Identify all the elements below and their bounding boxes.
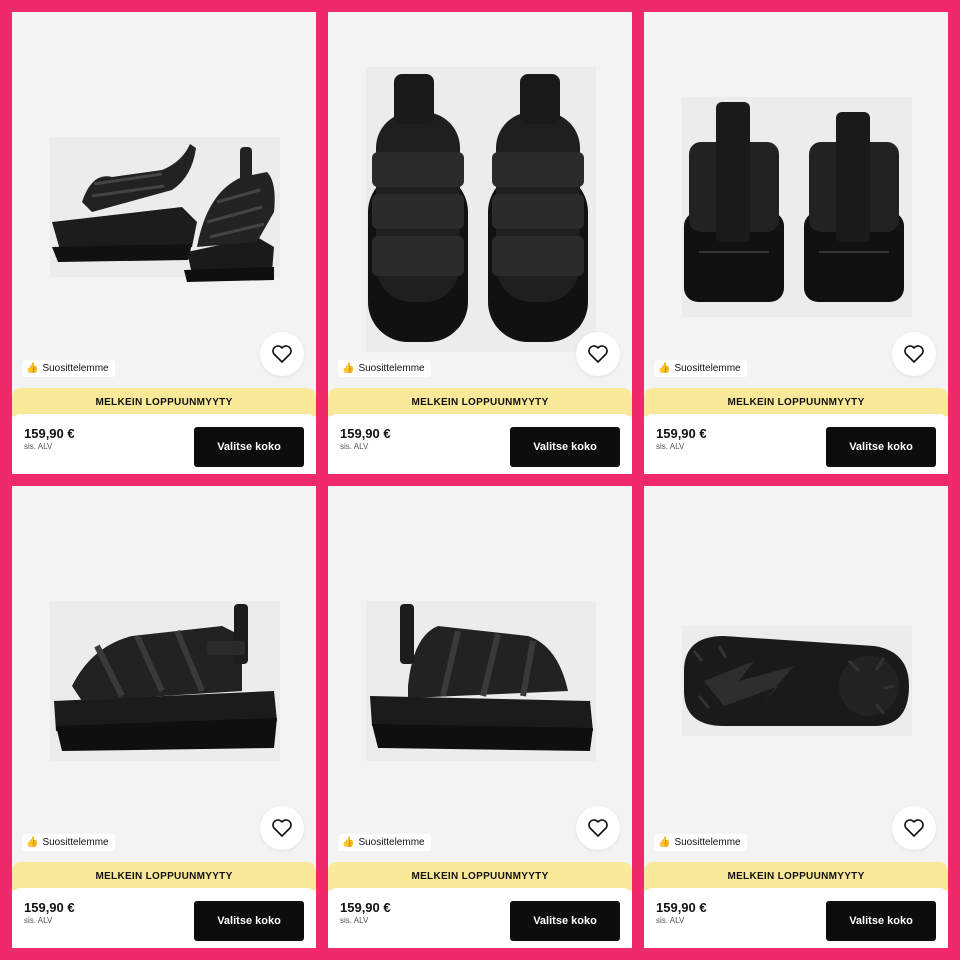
price: 159,90 € xyxy=(24,426,75,441)
product-card[interactable]: 👍 Suosittelemme MELKEIN LOPPUUNMYYTY 159… xyxy=(644,12,948,474)
heart-icon xyxy=(588,345,608,363)
product-card[interactable]: 👍 Suosittelemme MELKEIN LOPPUUNMYYTY 159… xyxy=(12,486,316,948)
choose-size-button[interactable]: Valitse koko xyxy=(826,427,936,467)
recommended-badge: 👍 Suosittelemme xyxy=(338,834,431,851)
heart-icon xyxy=(272,345,292,363)
badge-label: Suosittelemme xyxy=(42,363,109,374)
choose-size-button[interactable]: Valitse koko xyxy=(194,901,304,941)
price: 159,90 € xyxy=(340,426,391,441)
badge-label: Suosittelemme xyxy=(674,363,741,374)
vat-note: sis. ALV xyxy=(340,916,369,925)
thumbs-up-icon: 👍 xyxy=(658,362,671,374)
favorite-heart-button[interactable] xyxy=(576,332,620,376)
almost-sold-out-banner: MELKEIN LOPPUUNMYYTY xyxy=(644,388,948,416)
favorite-heart-button[interactable] xyxy=(892,332,936,376)
recommended-badge: 👍 Suosittelemme xyxy=(22,360,115,377)
heart-icon xyxy=(588,819,608,837)
choose-size-button[interactable]: Valitse koko xyxy=(194,427,304,467)
choose-size-button[interactable]: Valitse koko xyxy=(510,901,620,941)
badge-label: Suosittelemme xyxy=(42,837,109,848)
product-image[interactable] xyxy=(328,12,632,352)
product-image[interactable] xyxy=(644,486,948,826)
product-card[interactable]: 👍 Suosittelemme MELKEIN LOPPUUNMYYTY 159… xyxy=(644,486,948,948)
thumbs-up-icon: 👍 xyxy=(26,836,39,848)
almost-sold-out-banner: MELKEIN LOPPUUNMYYTY xyxy=(328,862,632,890)
price-bar: 159,90 € sis. ALV Valitse koko xyxy=(328,414,632,474)
thumbs-up-icon: 👍 xyxy=(342,836,355,848)
favorite-heart-button[interactable] xyxy=(892,806,936,850)
thumbs-up-icon: 👍 xyxy=(342,362,355,374)
badge-label: Suosittelemme xyxy=(358,837,425,848)
price-bar: 159,90 € sis. ALV Valitse koko xyxy=(12,888,316,948)
favorite-heart-button[interactable] xyxy=(260,332,304,376)
heart-icon xyxy=(904,819,924,837)
heart-icon xyxy=(272,819,292,837)
product-card[interactable]: 👍 Suosittelemme MELKEIN LOPPUUNMYYTY 159… xyxy=(328,12,632,474)
recommended-badge: 👍 Suosittelemme xyxy=(654,834,747,851)
favorite-heart-button[interactable] xyxy=(576,806,620,850)
product-image[interactable] xyxy=(328,486,632,826)
badge-label: Suosittelemme xyxy=(358,363,425,374)
price-bar: 159,90 € sis. ALV Valitse koko xyxy=(644,414,948,474)
almost-sold-out-banner: MELKEIN LOPPUUNMYYTY xyxy=(328,388,632,416)
price: 159,90 € xyxy=(24,900,75,915)
price-bar: 159,90 € sis. ALV Valitse koko xyxy=(644,888,948,948)
recommended-badge: 👍 Suosittelemme xyxy=(22,834,115,851)
vat-note: sis. ALV xyxy=(656,916,685,925)
choose-size-button[interactable]: Valitse koko xyxy=(826,901,936,941)
price: 159,90 € xyxy=(656,900,707,915)
vat-note: sis. ALV xyxy=(340,442,369,451)
product-image[interactable] xyxy=(12,12,316,352)
product-card[interactable]: 👍 Suosittelemme MELKEIN LOPPUUNMYYTY 159… xyxy=(12,12,316,474)
product-card[interactable]: 👍 Suosittelemme MELKEIN LOPPUUNMYYTY 159… xyxy=(328,486,632,948)
thumbs-up-icon: 👍 xyxy=(658,836,671,848)
choose-size-button[interactable]: Valitse koko xyxy=(510,427,620,467)
almost-sold-out-banner: MELKEIN LOPPUUNMYYTY xyxy=(644,862,948,890)
recommended-badge: 👍 Suosittelemme xyxy=(654,360,747,377)
price-bar: 159,90 € sis. ALV Valitse koko xyxy=(328,888,632,948)
price: 159,90 € xyxy=(340,900,391,915)
favorite-heart-button[interactable] xyxy=(260,806,304,850)
almost-sold-out-banner: MELKEIN LOPPUUNMYYTY xyxy=(12,862,316,890)
vat-note: sis. ALV xyxy=(656,442,685,451)
price: 159,90 € xyxy=(656,426,707,441)
vat-note: sis. ALV xyxy=(24,442,53,451)
vat-note: sis. ALV xyxy=(24,916,53,925)
thumbs-up-icon: 👍 xyxy=(26,362,39,374)
badge-label: Suosittelemme xyxy=(674,837,741,848)
product-image[interactable] xyxy=(12,486,316,826)
recommended-badge: 👍 Suosittelemme xyxy=(338,360,431,377)
heart-icon xyxy=(904,345,924,363)
product-image[interactable] xyxy=(644,12,948,352)
almost-sold-out-banner: MELKEIN LOPPUUNMYYTY xyxy=(12,388,316,416)
price-bar: 159,90 € sis. ALV Valitse koko xyxy=(12,414,316,474)
